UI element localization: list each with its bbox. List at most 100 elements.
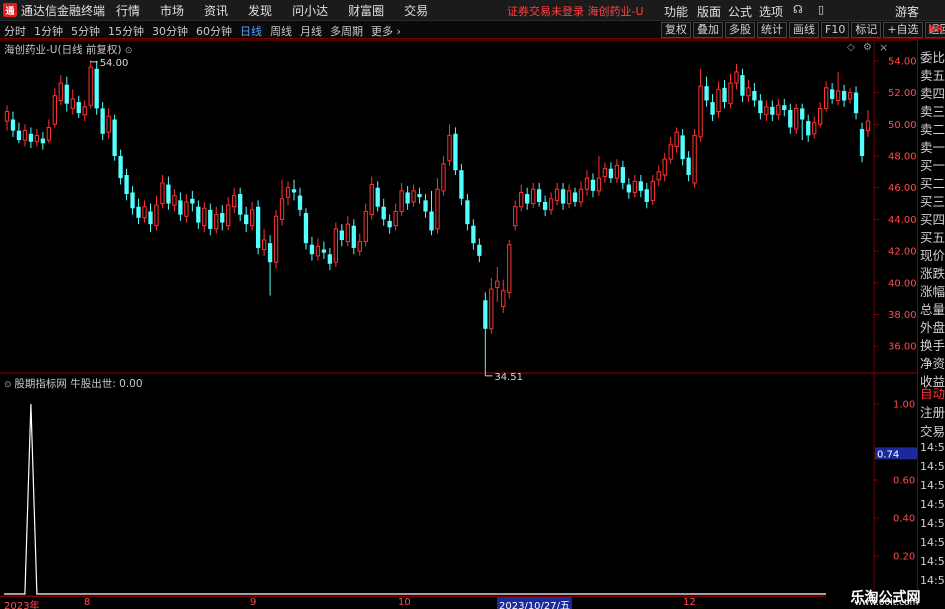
candle-body <box>46 126 51 141</box>
diamond-icon[interactable]: ◇ <box>847 42 855 53</box>
candle-body <box>806 121 811 136</box>
candle-body <box>142 206 147 219</box>
indicator-title: 股期指标网 牛股出世: 0.00 <box>14 378 143 390</box>
candle-body <box>333 228 339 263</box>
panel-action[interactable]: 交易 <box>920 421 945 440</box>
candle-body <box>40 138 46 144</box>
chevron-down-icon[interactable]: ⊙ <box>4 380 14 390</box>
candle-body <box>435 188 440 230</box>
candle-body <box>124 175 129 195</box>
candle-body <box>34 134 40 143</box>
candle-body <box>453 133 458 171</box>
quote-label: 卖三 <box>920 104 945 119</box>
candle-body <box>297 195 303 210</box>
candle-body <box>525 194 530 204</box>
candle-body <box>859 129 865 156</box>
date-label: 9 <box>250 597 257 608</box>
date-label: 10 <box>398 597 411 608</box>
candle-body <box>686 157 691 175</box>
candle-body <box>232 195 237 208</box>
candle-body <box>148 211 153 225</box>
candle-body <box>847 92 853 100</box>
candle-body <box>190 198 195 204</box>
candle-body <box>620 167 626 183</box>
candle-body <box>172 195 177 206</box>
candle-body <box>704 86 709 101</box>
candle-body <box>76 102 81 114</box>
candle-body <box>88 66 93 106</box>
candle-body <box>548 198 554 211</box>
chevron-down-icon[interactable]: ⊙ <box>125 46 133 56</box>
candle-body <box>238 194 243 215</box>
y-tick-label: 46.00 <box>888 183 917 194</box>
y-tick-label: 38.00 <box>888 310 917 321</box>
candle-body <box>770 106 775 115</box>
trade-time: 14:56 <box>920 517 945 530</box>
trade-time: 14:56 <box>920 555 945 568</box>
candle-body <box>393 210 398 227</box>
candle-body <box>782 105 787 110</box>
candle-body <box>788 110 793 128</box>
candle-body <box>824 87 829 109</box>
kline-chart[interactable]: 54.00 52.00 50.00 48.00 46.00 44.00 42.00 40.00… <box>0 0 945 609</box>
y-tick-label: 54.00 <box>888 56 917 67</box>
candle-body <box>674 131 679 147</box>
candle-body <box>638 181 643 191</box>
candle-body <box>94 68 99 109</box>
candle-body <box>596 177 602 192</box>
candle-body <box>716 88 721 113</box>
quote-label: 外盘 <box>920 320 945 335</box>
candle-body <box>160 182 165 205</box>
candle-body <box>363 210 368 243</box>
candle-body <box>758 100 763 114</box>
candle-body <box>477 244 482 256</box>
watermark-url: www.60lt.com <box>854 598 919 608</box>
indicator-header: ⊙ 股期指标网 牛股出世: 0.00 <box>4 376 143 391</box>
date-axis: 2023年 8 9 10 2023/10/27/五 12 <box>0 596 917 609</box>
y-tick-label: 42.00 <box>888 247 917 258</box>
panel-action[interactable]: 自动 <box>920 383 945 402</box>
quote-label: 卖二 <box>920 122 945 137</box>
candle-body <box>584 177 590 190</box>
indicator-tick-label: 0.60 <box>893 476 915 487</box>
quote-label: 买二 <box>920 176 945 191</box>
kr-badge[interactable]: KR <box>928 24 943 35</box>
indicator-tick-label: 0.20 <box>893 552 915 563</box>
candle-body <box>560 189 566 204</box>
y-tick-label: 48.00 <box>888 151 917 162</box>
quote-label: 买四 <box>920 212 945 227</box>
candle-body <box>818 107 823 125</box>
close-icon[interactable]: × <box>879 41 888 54</box>
settings-icon[interactable]: ⚙ <box>863 42 872 53</box>
candle-body <box>166 184 171 204</box>
candle-body <box>752 90 757 101</box>
candle-body <box>112 119 117 156</box>
date-label: 8 <box>84 597 91 608</box>
candle-body <box>52 95 57 125</box>
candle-body <box>459 170 464 199</box>
candle-body <box>728 82 733 105</box>
trade-time: 14:56 <box>920 479 945 492</box>
date-label: 2023/10/27/五 <box>497 597 573 609</box>
y-tick-label: 44.00 <box>888 215 917 226</box>
candle-body <box>662 158 667 176</box>
candle-body <box>82 106 87 116</box>
candle-body <box>650 180 655 201</box>
candle-body <box>489 288 494 330</box>
candle-body <box>136 206 141 218</box>
candle-body <box>441 163 446 192</box>
trade-time: 14:56 <box>920 536 945 549</box>
quote-label: 涨跌 <box>920 266 945 281</box>
candle-body <box>369 184 374 216</box>
quote-label: 委比 <box>920 50 945 65</box>
candle-body <box>602 168 608 178</box>
quote-label: 换手 <box>920 338 945 353</box>
candle-body <box>507 244 512 293</box>
candle-body <box>315 245 321 257</box>
candle-body <box>154 204 159 227</box>
candle-body <box>279 198 285 220</box>
candle-body <box>794 107 799 130</box>
candle-body <box>178 200 183 215</box>
candle-body <box>590 179 596 191</box>
panel-action[interactable]: 注册 <box>920 402 945 421</box>
